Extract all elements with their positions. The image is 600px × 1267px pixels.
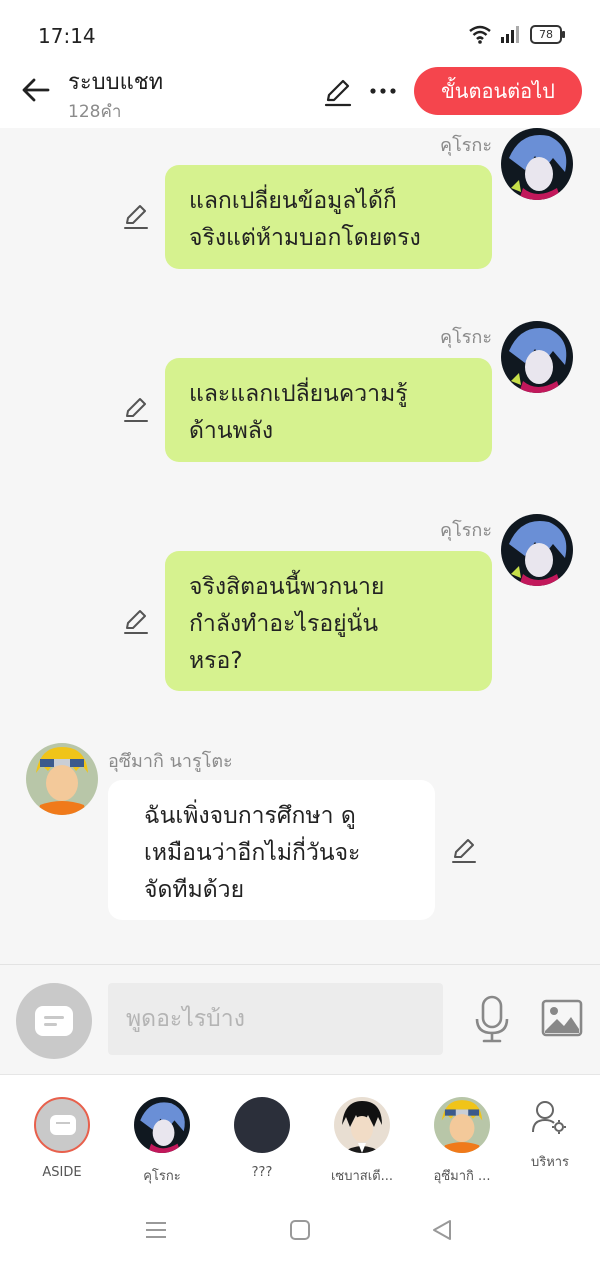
message-sender: คุโรกะ (440, 135, 492, 156)
image-icon[interactable] (541, 999, 583, 1037)
character-label: ??? (251, 1165, 273, 1180)
message-line: ด้านพลัง (189, 418, 274, 444)
wifi-icon (469, 25, 491, 44)
character-bar: ASIDE คุโรกะ ??? เซบาสเตี... อุซึมากิ ..… (0, 1074, 600, 1195)
composer: พูดอะไรบ้าง (0, 964, 600, 1075)
avatar-kuroka[interactable] (501, 128, 573, 200)
next-step-button[interactable]: ขั้นตอนต่อไป (414, 67, 582, 115)
message-line: หรอ? (189, 648, 243, 674)
avatar-kuroka[interactable] (501, 514, 573, 586)
message-line: จริงสิตอนนี้พวกนาย (189, 574, 385, 600)
avatar-kuroka[interactable] (501, 321, 573, 393)
edit-message-icon[interactable] (122, 395, 150, 423)
message-line: เหมือนว่าอีกไม่กี่วันจะ (144, 840, 361, 866)
character-label: บริหาร (530, 1155, 570, 1170)
edit-message-icon[interactable] (122, 607, 150, 635)
edit-icon[interactable] (322, 76, 354, 108)
user-settings-icon (532, 1101, 566, 1134)
status-icons: 78 (468, 24, 565, 44)
aside-avatar (34, 1097, 90, 1153)
message-bubble[interactable]: จริงสิตอนนี้พวกนาย กำลังทำอะไรอยู่นั่น ห… (165, 551, 492, 691)
message-line: ฉันเพิ่งจบการศึกษา ดู (144, 803, 356, 829)
signal-icon (501, 26, 519, 43)
chat-bubble-icon (35, 1006, 73, 1036)
recent-apps-icon[interactable] (144, 1220, 168, 1240)
edit-message-icon[interactable] (122, 202, 150, 230)
avatar-sebastian (334, 1097, 390, 1153)
avatar-unknown (234, 1097, 290, 1153)
avatar-kuroka (134, 1097, 190, 1153)
message-input[interactable]: พูดอะไรบ้าง (108, 983, 443, 1055)
clock: 17:14 (38, 24, 96, 48)
home-icon[interactable] (289, 1219, 311, 1241)
character-label: ASIDE (42, 1165, 82, 1180)
aside-toggle-button[interactable] (16, 983, 92, 1059)
word-count: 128คำ (68, 102, 122, 122)
message-line: และแลกเปลี่ยนความรู้ (189, 381, 408, 407)
back-arrow-icon[interactable] (18, 72, 54, 108)
message-line: แลกเปลี่ยนข้อมูลได้ก็ (189, 188, 397, 214)
avatar-naruto[interactable] (26, 743, 98, 815)
chat-bubble-icon (50, 1115, 76, 1135)
message-sender: คุโรกะ (440, 520, 492, 541)
avatar-naruto (434, 1097, 490, 1153)
message-bubble[interactable]: แลกเปลี่ยนข้อมูลได้ก็ จริงแต่ห้ามบอกโดยต… (165, 165, 492, 269)
message-line: กำลังทำอะไรอยู่นั่น (189, 611, 379, 637)
edit-message-icon[interactable] (450, 836, 478, 864)
message-bubble[interactable]: ฉันเพิ่งจบการศึกษา ดู เหมือนว่าอีกไม่กี่… (108, 780, 435, 920)
character-label: เซบาสเตี... (330, 1169, 394, 1184)
system-nav-bar (0, 1194, 600, 1267)
header: ระบบแชท 128คำ ขั้นตอนต่อไป (0, 62, 600, 128)
message-line: จริงแต่ห้ามบอกโดยตรง (189, 225, 421, 251)
battery-icon: 78 (530, 24, 565, 44)
message-sender: อุซึมากิ นารูโตะ (108, 751, 233, 772)
message-line: จัดทีมด้วย (144, 877, 245, 903)
message-bubble[interactable]: และแลกเปลี่ยนความรู้ ด้านพลัง (165, 358, 492, 462)
nav-back-icon[interactable] (430, 1218, 454, 1242)
character-label: อุซึมากิ ... (433, 1169, 491, 1184)
microphone-icon[interactable] (472, 995, 512, 1043)
more-options-icon[interactable] (368, 76, 398, 106)
message-sender: คุโรกะ (440, 327, 492, 348)
chat-area[interactable]: คุโรกะ แลกเปลี่ยนข้อมูลได้ก็ จริงแต่ห้าม… (0, 128, 600, 964)
page-title: ระบบแชท (68, 70, 164, 95)
status-bar: 17:14 78 (0, 0, 600, 62)
character-label: คุโรกะ (143, 1169, 181, 1184)
